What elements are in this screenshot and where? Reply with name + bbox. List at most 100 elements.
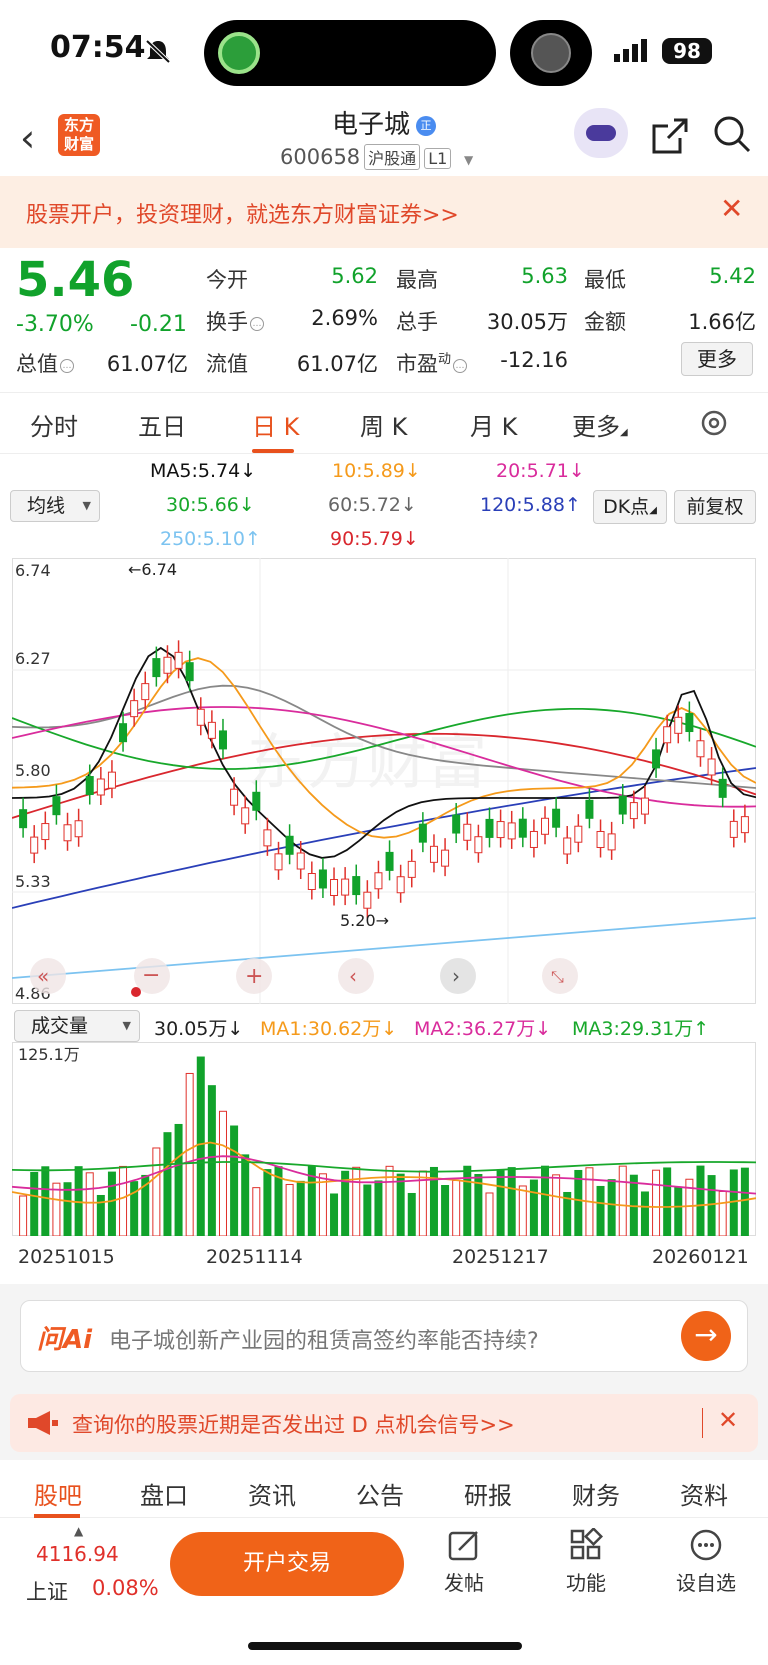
tab-news[interactable]: 资讯 (248, 1476, 296, 1511)
zoom-in-button[interactable]: + (236, 958, 272, 994)
volume-selector[interactable]: 成交量 ▼ (14, 1010, 140, 1042)
ma120-value: 120:5.88↑ (480, 494, 581, 516)
candle (52, 796, 61, 816)
volume-bar (52, 1182, 61, 1236)
tab-weekly-k[interactable]: 周 K (360, 407, 407, 442)
volume-bar (196, 1056, 205, 1236)
candle (352, 876, 361, 896)
tab-more[interactable]: 更多◢ (572, 407, 628, 442)
candle (729, 820, 738, 838)
pe-value: -12.16 (500, 348, 568, 372)
tab-research[interactable]: 研报 (464, 1476, 512, 1511)
tab-guba[interactable]: 股吧 (34, 1476, 82, 1511)
gear-icon[interactable] (698, 407, 730, 439)
candle (241, 807, 250, 825)
tab-finance[interactable]: 财务 (572, 1476, 620, 1511)
share-icon[interactable] (650, 116, 690, 156)
tab-announcement[interactable]: 公告 (356, 1476, 404, 1511)
y-label-3: 5.80 (15, 761, 51, 780)
index-name[interactable]: 上证 (26, 1576, 68, 1606)
kline-chart[interactable]: 东方财富 6.74 6.27 5.80 5.33 4.86 ←6.74 5.20… (12, 558, 756, 1004)
candle (574, 825, 583, 843)
candle (740, 816, 749, 834)
open-account-trade-button[interactable]: 开户交易 (170, 1532, 404, 1596)
volume-bar (207, 1085, 216, 1236)
more-button[interactable]: 更多 (681, 342, 753, 376)
ai-question-box[interactable]: 问Ai 电子城创新产业园的租赁高签约率能否持续? → (20, 1300, 748, 1372)
close-icon[interactable]: ✕ (718, 1406, 738, 1434)
index-change[interactable]: 0.08% (92, 1576, 159, 1600)
volume-chart[interactable]: 125.1万 (12, 1042, 756, 1236)
volume-bar (330, 1193, 339, 1236)
y-label-top: 6.74 (15, 561, 51, 580)
search-icon[interactable] (712, 114, 752, 154)
max-price-marker: ←6.74 (128, 560, 177, 579)
tab-daily-k[interactable]: 日 K (252, 407, 299, 442)
info-icon: … (453, 359, 468, 373)
candle (541, 817, 550, 835)
tab-intraday[interactable]: 分时 (30, 407, 78, 442)
volume-bar (252, 1187, 261, 1236)
volume-bar (263, 1169, 272, 1236)
indicator-selector[interactable]: 均线 ▼ (10, 490, 100, 522)
tab-pankou[interactable]: 盘口 (140, 1476, 188, 1511)
promo-banner[interactable]: 股票开户，投资理财，就选东方财富证券>> ✕ (0, 176, 768, 248)
candle (518, 818, 527, 838)
candle (163, 656, 172, 674)
arrow-right-icon[interactable]: → (681, 1311, 731, 1361)
volume-bar (185, 1072, 194, 1236)
candle (318, 869, 327, 889)
close-icon[interactable]: ✕ (720, 192, 743, 225)
home-indicator (248, 1642, 522, 1650)
exchange-tag: 沪股通 (364, 144, 421, 170)
current-price: 5.46 (16, 252, 135, 308)
tab-monthly-k[interactable]: 月 K (470, 407, 517, 442)
svg-text:−: − (142, 963, 160, 988)
candle (296, 852, 305, 870)
candle (552, 808, 561, 828)
active-tab-indicator (252, 449, 294, 453)
index-value[interactable]: 4116.94 (36, 1542, 119, 1566)
scroll-right-button[interactable]: › (440, 958, 476, 994)
low-label: 最低 (584, 268, 626, 292)
dk-point-button[interactable]: DK点◢ (593, 490, 667, 524)
volume-bar (596, 1185, 605, 1236)
d-point-banner[interactable]: 查询你的股票近期是否发出过 D 点机会信号>> ✕ (10, 1394, 758, 1452)
ai-logo: 问Ai (37, 1325, 93, 1355)
candle (696, 740, 705, 758)
fullscreen-button[interactable]: ⤡ (542, 958, 578, 994)
volume-bar (152, 1147, 161, 1236)
volume-value: 30.05万 (486, 310, 568, 334)
candle (396, 876, 405, 894)
high-value: 5.63 (521, 264, 568, 288)
tab-profile[interactable]: 资料 (680, 1476, 728, 1511)
candle (640, 797, 649, 815)
candle (285, 835, 294, 855)
event-marker[interactable] (131, 987, 141, 997)
scroll-left-fast-button[interactable]: « (30, 958, 66, 994)
adjust-button[interactable]: 前复权 (674, 490, 756, 524)
volume-label: 总手 (396, 310, 438, 334)
volume-bar (518, 1185, 527, 1236)
stock-code-row[interactable]: 600658 沪股通 L1 ▼ (280, 144, 473, 170)
more-dots-icon (690, 1529, 722, 1561)
volume-bar (452, 1180, 461, 1236)
tab-five-day[interactable]: 五日 (138, 407, 186, 442)
candle (252, 791, 261, 811)
y-label-2: 6.27 (15, 649, 51, 668)
ai-robot-icon[interactable] (574, 108, 628, 158)
candle (496, 821, 505, 839)
candle (41, 823, 50, 841)
volume-bar (652, 1169, 661, 1236)
chevron-up-icon[interactable]: ▲ (74, 1524, 83, 1538)
volume-bar (130, 1181, 139, 1236)
function-button[interactable]: 功能 (546, 1526, 626, 1596)
scroll-left-button[interactable]: ‹ (338, 958, 374, 994)
candle (152, 658, 161, 678)
promo-text: 股票开户，投资理财，就选东方财富证券>> (26, 203, 459, 228)
post-button[interactable]: 发帖 (424, 1528, 504, 1596)
volume-bar (674, 1186, 683, 1236)
add-watchlist-button[interactable]: 设自选 (666, 1528, 746, 1596)
svg-text:东方财富: 东方财富 (247, 728, 487, 798)
edit-icon (448, 1531, 478, 1561)
